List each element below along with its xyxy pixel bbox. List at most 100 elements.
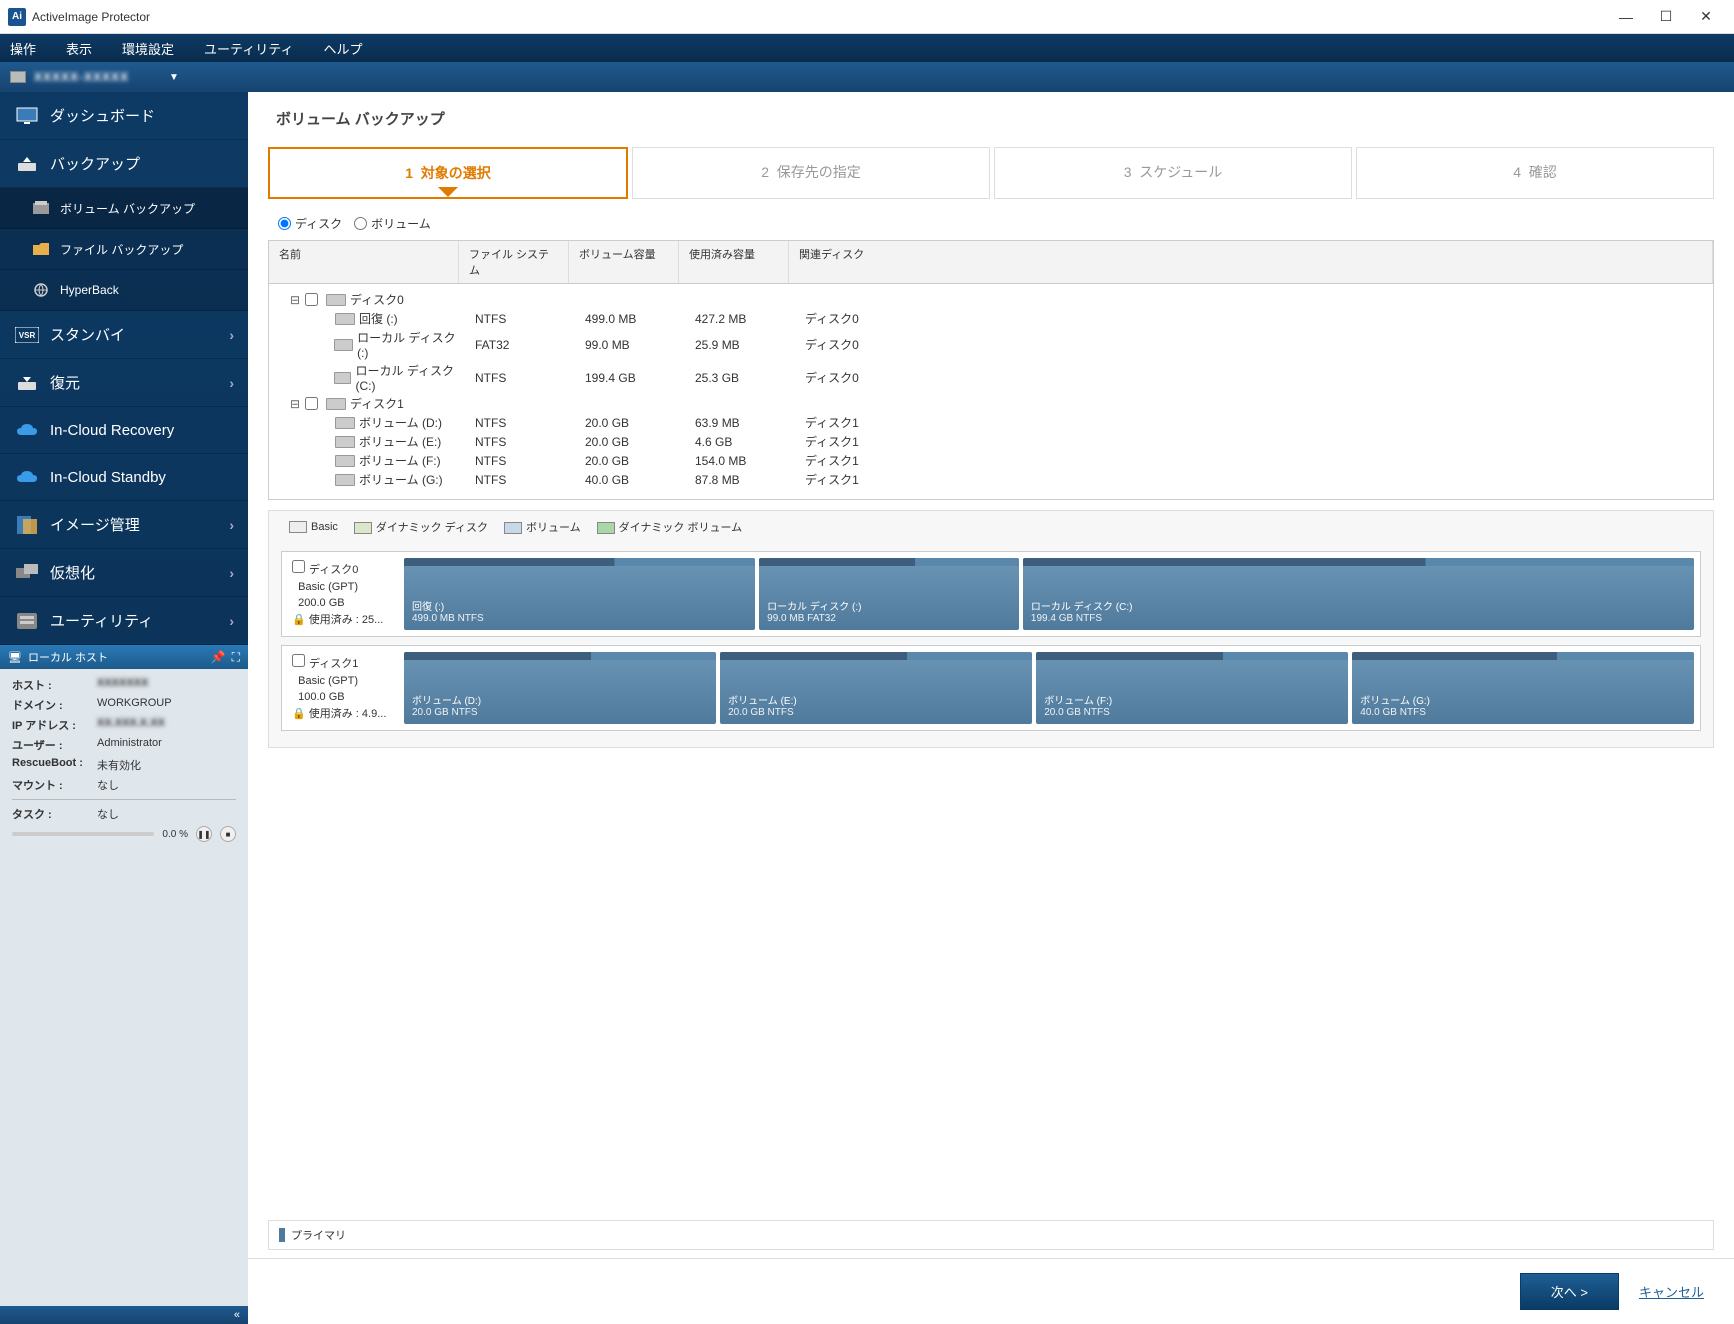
pin-icon[interactable]: 📌 — [211, 650, 226, 664]
close-button[interactable]: ✕ — [1686, 3, 1726, 31]
step-2-destination[interactable]: 2 保存先の指定 — [632, 147, 990, 199]
wizard-steps: 1 対象の選択 2 保存先の指定 3 スケジュール 4 確認 — [248, 139, 1734, 199]
radio-volume[interactable]: ボリューム — [354, 215, 431, 232]
volume-segment[interactable]: ボリューム (F:)20.0 GB NTFS — [1036, 652, 1348, 724]
row-disk: ディスク0 — [799, 336, 1703, 353]
menu-view[interactable]: 表示 — [66, 39, 92, 58]
expand-icon[interactable]: ⛶ — [232, 650, 240, 665]
table-row[interactable]: ボリューム (F:)NTFS20.0 GB154.0 MBディスク1 — [269, 451, 1713, 470]
volume-segment[interactable]: ボリューム (G:)40.0 GB NTFS — [1352, 652, 1694, 724]
cancel-button[interactable]: キャンセル — [1639, 1282, 1704, 1301]
row-fs: NTFS — [469, 473, 579, 487]
sidebar-item-label: バックアップ — [50, 153, 140, 174]
table-row[interactable]: ボリューム (E:)NTFS20.0 GB4.6 GBディスク1 — [269, 432, 1713, 451]
row-name: ローカル ディスク (C:) — [355, 362, 463, 393]
info-label: ユーザー : — [12, 737, 97, 753]
th-disk[interactable]: 関連ディスク — [789, 241, 1713, 283]
sidebar-collapse[interactable]: « — [0, 1306, 248, 1324]
sidebar-item-utility[interactable]: ユーティリティ › — [0, 597, 248, 645]
disk-map-panel: ディスク0 Basic (GPT) 200.0 GB🔒 使用済み : 25...… — [268, 543, 1714, 748]
tree-toggle[interactable]: ⊟ — [289, 397, 301, 411]
info-task-value: なし — [97, 806, 236, 822]
vsr-icon: VSR — [14, 325, 40, 345]
menu-operation[interactable]: 操作 — [10, 39, 36, 58]
monitor-icon — [14, 106, 40, 126]
step-1-target[interactable]: 1 対象の選択 — [268, 147, 628, 199]
volume-icon — [504, 522, 522, 534]
table-row[interactable]: ボリューム (D:)NTFS20.0 GB63.9 MBディスク1 — [269, 413, 1713, 432]
table-row[interactable]: ⊟ディスク0 — [269, 290, 1713, 309]
titlebar: Ai ActiveImage Protector — ☐ ✕ — [0, 0, 1734, 34]
sidebar-item-volume-backup[interactable]: ボリューム バックアップ — [0, 188, 248, 229]
sidebar-item-label: HyperBack — [60, 283, 119, 297]
util-icon — [14, 611, 40, 631]
sidebar-item-restore[interactable]: 復元 › — [0, 359, 248, 407]
disk-checkbox[interactable] — [292, 654, 305, 667]
menu-settings[interactable]: 環境設定 — [122, 39, 174, 58]
table-row[interactable]: ローカル ディスク (C:)NTFS199.4 GB25.3 GBディスク0 — [269, 361, 1713, 394]
row-used: 63.9 MB — [689, 416, 799, 430]
tree-toggle[interactable]: ⊟ — [289, 293, 301, 307]
cloud-icon — [14, 467, 40, 487]
table-row[interactable]: ローカル ディスク (:)FAT3299.0 MB25.9 MBディスク0 — [269, 328, 1713, 361]
host-selector[interactable]: XXXXX-XXXXX ▼ — [0, 62, 1734, 92]
sidebar-item-backup[interactable]: バックアップ — [0, 140, 248, 188]
th-name[interactable]: 名前 — [269, 241, 459, 283]
table-row[interactable]: ⊟ディスク1 — [269, 394, 1713, 413]
volume-segment[interactable]: ローカル ディスク (C:)199.4 GB NTFS — [1023, 558, 1694, 630]
main-content: ボリューム バックアップ 1 対象の選択 2 保存先の指定 3 スケジュール 4… — [248, 92, 1734, 1324]
sidebar: ダッシュボード バックアップ ボリューム バックアップ ファイル バックアップ … — [0, 92, 248, 1324]
drive-icon — [326, 398, 346, 410]
step-3-schedule[interactable]: 3 スケジュール — [994, 147, 1352, 199]
volume-segment[interactable]: 回復 (:)499.0 MB NTFS — [404, 558, 755, 630]
th-used[interactable]: 使用済み容量 — [679, 241, 789, 283]
wizard-footer: 次へ > キャンセル — [248, 1258, 1734, 1324]
sidebar-item-virtualization[interactable]: 仮想化 › — [0, 549, 248, 597]
info-domain-value: WORKGROUP — [97, 697, 236, 713]
disk-checkbox[interactable] — [292, 560, 305, 573]
sidebar-item-incloud-recovery[interactable]: In-Cloud Recovery — [0, 407, 248, 454]
sidebar-item-hyperback[interactable]: HyperBack — [0, 270, 248, 311]
row-used: 25.9 MB — [689, 338, 799, 352]
radio-disk[interactable]: ディスク — [278, 215, 342, 232]
sidebar-item-standby[interactable]: VSR スタンバイ › — [0, 311, 248, 359]
row-fs: NTFS — [469, 454, 579, 468]
maximize-button[interactable]: ☐ — [1646, 3, 1686, 31]
row-name: ボリューム (F:) — [359, 452, 441, 469]
drive-icon — [335, 436, 355, 448]
sidebar-item-file-backup[interactable]: ファイル バックアップ — [0, 229, 248, 270]
minimize-button[interactable]: — — [1606, 3, 1646, 31]
pause-button[interactable]: ❚❚ — [196, 826, 212, 842]
sidebar-item-label: In-Cloud Recovery — [50, 422, 174, 439]
host-name: XXXXX-XXXXX — [34, 70, 129, 84]
info-label: タスク : — [12, 806, 97, 822]
table-row[interactable]: ボリューム (G:)NTFS40.0 GB87.8 MBディスク1 — [269, 470, 1713, 489]
row-checkbox[interactable] — [305, 293, 318, 306]
row-checkbox[interactable] — [305, 397, 318, 410]
table-row[interactable]: 回復 (:)NTFS499.0 MB427.2 MBディスク0 — [269, 309, 1713, 328]
menu-utility[interactable]: ユーティリティ — [204, 39, 293, 58]
sidebar-item-dashboard[interactable]: ダッシュボード — [0, 92, 248, 140]
row-used: 4.6 GB — [689, 435, 799, 449]
next-button[interactable]: 次へ > — [1520, 1273, 1619, 1310]
sidebar-item-incloud-standby[interactable]: In-Cloud Standby — [0, 454, 248, 501]
volume-segment[interactable]: ボリューム (E:)20.0 GB NTFS — [720, 652, 1032, 724]
stop-button[interactable]: ■ — [220, 826, 236, 842]
row-name: ローカル ディスク (:) — [357, 329, 463, 360]
volume-segment[interactable]: ローカル ディスク (:)99.0 MB FAT32 — [759, 558, 1019, 630]
row-used: 87.8 MB — [689, 473, 799, 487]
volume-segment[interactable]: ボリューム (D:)20.0 GB NTFS — [404, 652, 716, 724]
menu-help[interactable]: ヘルプ — [324, 39, 363, 58]
page-title: ボリューム バックアップ — [248, 92, 1734, 139]
info-label: RescueBoot : — [12, 757, 97, 773]
row-cap: 499.0 MB — [579, 312, 689, 326]
sidebar-item-image-mgmt[interactable]: イメージ管理 › — [0, 501, 248, 549]
row-disk: ディスク1 — [799, 433, 1703, 450]
step-4-confirm[interactable]: 4 確認 — [1356, 147, 1714, 199]
th-fs[interactable]: ファイル システム — [459, 241, 569, 283]
sidebar-item-label: In-Cloud Standby — [50, 469, 166, 486]
drive-down-icon — [14, 373, 40, 393]
th-cap[interactable]: ボリューム容量 — [569, 241, 679, 283]
row-cap: 20.0 GB — [579, 416, 689, 430]
info-label: IP アドレス : — [12, 717, 97, 733]
